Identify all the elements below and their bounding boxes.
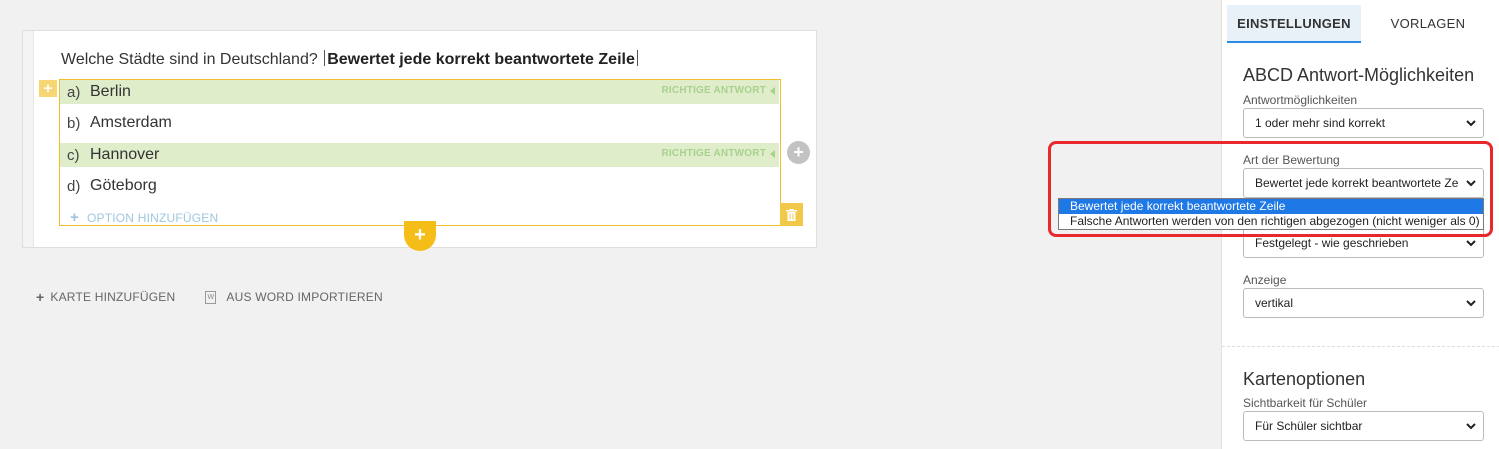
correct-answer-label: RICHTIGE ANTWORT bbox=[661, 148, 766, 159]
order-value: Festgelegt - wie geschrieben bbox=[1255, 236, 1409, 250]
import-word-button[interactable]: W AUS WORD IMPORTIEREN bbox=[205, 289, 383, 305]
visibility-value: Für Schüler sichtbar bbox=[1255, 419, 1363, 433]
option-letter: b) bbox=[67, 114, 81, 132]
option-text[interactable]: Göteborg bbox=[90, 177, 157, 195]
add-option-label: OPTION HINZUFÜGEN bbox=[86, 210, 219, 225]
add-option-button[interactable]: + OPTION HINZUFÜGEN bbox=[70, 209, 218, 226]
option-row[interactable]: b) Amsterdam bbox=[60, 111, 779, 135]
tab-templates[interactable]: VORLAGEN bbox=[1361, 5, 1495, 43]
tab-settings[interactable]: EINSTELLUNGEN bbox=[1227, 5, 1361, 43]
question-card: Welche Städte sind in Deutschland? Bewer… bbox=[22, 30, 817, 251]
caret-left-icon bbox=[770, 86, 775, 95]
add-card-below-plus-icon[interactable]: + bbox=[404, 221, 436, 251]
option-letter: c) bbox=[67, 146, 80, 164]
panel-tabs: EINSTELLUNGEN VORLAGEN bbox=[1227, 5, 1495, 43]
trash-icon bbox=[786, 208, 797, 221]
display-value: vertikal bbox=[1255, 296, 1294, 310]
answer-options-select[interactable]: 1 oder mehr sind korrekt bbox=[1243, 108, 1484, 138]
card-left-bar bbox=[23, 31, 34, 247]
chevron-down-icon bbox=[1466, 423, 1476, 430]
answer-options-value: 1 oder mehr sind korrekt bbox=[1255, 116, 1386, 130]
card-actions: + KARTE HINZUFÜGEN W AUS WORD IMPORTIERE… bbox=[36, 289, 383, 305]
display-select[interactable]: vertikal bbox=[1243, 288, 1484, 318]
add-block-plus-icon[interactable]: + bbox=[39, 80, 57, 97]
question-main: Welche Städte sind in Deutschland? bbox=[61, 51, 323, 68]
option-letter: d) bbox=[67, 177, 81, 195]
chevron-down-icon bbox=[1466, 300, 1476, 307]
text-cursor-end bbox=[636, 50, 638, 66]
question-bold: Bewertet jede korrekt beantwortete Zeile bbox=[327, 51, 635, 68]
add-card-label: KARTE HINZUFÜGEN bbox=[50, 290, 176, 304]
option-text[interactable]: Hannover bbox=[90, 146, 159, 164]
chevron-down-icon bbox=[1466, 240, 1476, 247]
display-label: Anzeige bbox=[1243, 273, 1287, 287]
word-document-icon: W bbox=[205, 290, 217, 304]
text-cursor bbox=[324, 50, 326, 66]
plus-icon: + bbox=[36, 289, 45, 305]
add-option-circle-plus-icon[interactable]: + bbox=[787, 141, 810, 164]
option-row[interactable]: d) Göteborg bbox=[60, 174, 779, 198]
import-word-label: AUS WORD IMPORTIEREN bbox=[226, 290, 383, 304]
option-row[interactable]: c) Hannover RICHTIGE ANTWORT bbox=[60, 143, 779, 167]
section-divider bbox=[1222, 346, 1499, 347]
plus-icon: + bbox=[70, 209, 79, 226]
delete-button[interactable] bbox=[780, 203, 803, 226]
red-highlight-box bbox=[1048, 141, 1493, 237]
section-title-card-options: Kartenoptionen bbox=[1243, 369, 1366, 389]
chevron-down-icon bbox=[1466, 120, 1476, 127]
section-title-answer-options: ABCD Antwort-Möglichkeiten bbox=[1243, 65, 1475, 85]
option-letter: a) bbox=[67, 83, 81, 101]
caret-left-icon bbox=[770, 149, 775, 158]
correct-answer-badge[interactable]: RICHTIGE ANTWORT bbox=[662, 85, 775, 96]
correct-answer-badge[interactable]: RICHTIGE ANTWORT bbox=[662, 148, 775, 159]
option-text[interactable]: Amsterdam bbox=[90, 114, 172, 132]
visibility-label: Sichtbarkeit für Schüler bbox=[1243, 396, 1368, 410]
question-text[interactable]: Welche Städte sind in Deutschland? Bewer… bbox=[61, 50, 640, 69]
answer-options-label: Antwortmöglichkeiten bbox=[1243, 93, 1358, 107]
correct-answer-label: RICHTIGE ANTWORT bbox=[661, 85, 766, 96]
option-text[interactable]: Berlin bbox=[90, 83, 131, 101]
visibility-select[interactable]: Für Schüler sichtbar bbox=[1243, 411, 1484, 441]
add-card-button[interactable]: + KARTE HINZUFÜGEN bbox=[36, 289, 175, 305]
option-row[interactable]: a) Berlin RICHTIGE ANTWORT bbox=[60, 80, 779, 104]
options-box: a) Berlin RICHTIGE ANTWORT b) Amsterdam … bbox=[59, 79, 781, 226]
